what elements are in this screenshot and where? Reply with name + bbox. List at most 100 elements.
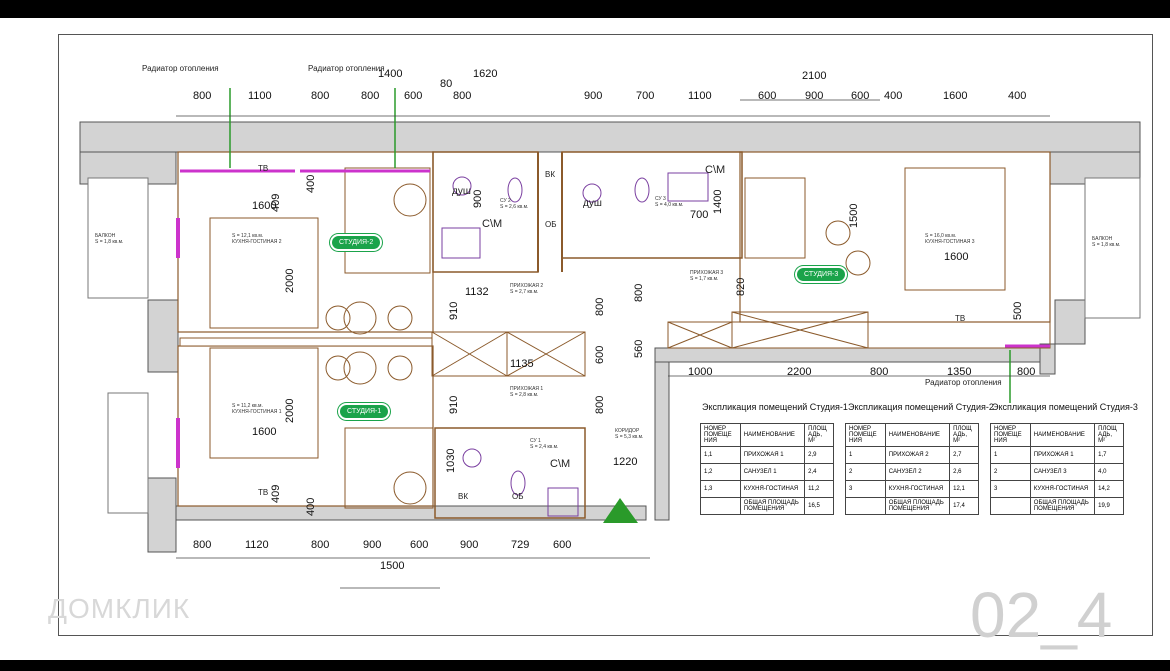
balcony-left-label: БАЛКОН S = 1,8 кв.м. [95,233,124,245]
dim-inner: 2200 [787,366,812,378]
cell: 2,7 [949,446,979,464]
hall2-label: ПРИХОЖАЯ 2 S = 2,7 кв.м. [510,283,544,295]
dim-inner: 800 [870,366,889,378]
dim-top: 900 [805,90,824,102]
cell: 11,2 [804,480,834,498]
cell: 1,3 [700,480,741,498]
explication-title-2: Экспликация помещений Студия-2 [848,402,994,412]
kitchen-studio1 [344,427,434,509]
explication-table-1: НОМЕР ПОМЕЩЕ НИЯ НАИМЕНОВАНИЕ ПЛОЩ АДЬ, М²… [700,423,834,515]
domclick-watermark: ДОМКЛИК [48,593,191,624]
right-pier [1054,299,1086,345]
studio2-badge: СТУДИЯ-2 [330,234,383,251]
header-cell: ПЛОЩ АДЬ, М² [949,423,979,447]
dim-bottom: 729 [511,539,530,551]
header-cell: ПЛОЩ АДЬ, М² [1094,423,1124,447]
wardrobe-corridor [667,321,1051,349]
header-cell: НОМЕР ПОМЕЩЕ НИЯ [990,423,1031,447]
corridor-wall [654,347,1056,363]
dim-top: 900 [584,90,603,102]
cm-label-su3: С\М [705,164,726,176]
cell: КУХНЯ-ГОСТИНАЯ [1029,480,1096,498]
kitchen-studio3 [744,177,806,259]
vk-label-su2: ВК [545,170,555,179]
dim-bottom: 800 [311,539,330,551]
dim-bottom: 1500 [380,560,405,572]
bed-studio3 [904,167,1006,291]
dim-inner: 600 [594,345,606,364]
dim-bottom: 1120 [245,539,269,551]
dim-inner: 800 [633,283,645,302]
studio2-room-label: S = 12,1 кв.м. КУХНЯ-ГОСТИНАЯ 2 [232,233,282,245]
cell: САНУЗЕЛ 1 [739,463,806,481]
dim-inner: 2000 [284,268,296,293]
su2-label: СУ 2 S = 2,6 кв.м. [500,198,529,210]
floor-plan [79,88,1141,589]
dim-top: 800 [193,90,212,102]
radiator-label-top-left: Радиатор отопления [142,64,219,73]
dim-inner: 409 [270,484,282,503]
header-cell: НАИМЕНОВАНИЕ [1029,423,1096,447]
dim-inner: 400 [305,497,317,516]
explication-title-1: Экспликация помещений Студия-1 [702,402,848,412]
dim-inner: 1600 [944,251,969,263]
shower-label-su2: душ [452,186,471,197]
dim-top: 80 [440,78,453,90]
dim-top: 1400 [378,68,403,80]
cell: 3 [990,480,1031,498]
dim-inner: 800 [594,297,606,316]
total-value: 17,4 [949,497,979,515]
dim-inner: 1135 [510,358,534,370]
cell: 2,6 [949,463,979,481]
balcony-left-bottom-outline [107,392,149,514]
cm-label-su1: С\М [550,458,571,470]
shower-label-su3: душ [583,198,602,209]
dim-inner: 560 [633,339,645,358]
dim-inner: 800 [594,395,606,414]
cm-label-su2: С\М [482,218,503,230]
cell: КУХНЯ-ГОСТИНАЯ [739,480,806,498]
cell: 2,9 [804,446,834,464]
su3-label: СУ 3 S = 4,0 кв.м. [655,196,684,208]
cell: 4,0 [1094,463,1124,481]
cell: САНУЗЕЛ 2 [884,463,951,481]
dim-bottom: 900 [363,539,382,551]
dim-top: 800 [361,90,380,102]
studio3-badge: СТУДИЯ-3 [795,266,848,283]
header-cell: ПЛОЩ АДЬ, М² [804,423,834,447]
radiator-label-bottom: Радиатор отопления [925,378,1002,387]
su1-label: СУ 1 S = 2,4 кв.м. [530,438,559,450]
dim-inner: 1030 [445,448,457,473]
dim-top: 600 [758,90,777,102]
cell: 14,2 [1094,480,1124,498]
dim-inner: 910 [448,301,460,320]
table-studio1 [343,351,377,385]
dim-inner: 1400 [712,189,724,214]
header-cell: НАИМЕНОВАНИЕ [739,423,806,447]
total-value: 19,9 [1094,497,1124,515]
dim-bottom: 600 [553,539,572,551]
cell: 12,1 [949,480,979,498]
table-studio3 [825,220,851,246]
dim-inner: 500 [1012,301,1024,320]
corridor-side-wall [654,361,670,521]
tv-label-studio3: ТВ [955,314,966,323]
dim-top: 1600 [943,90,968,102]
cell: ПРИХОЖАЯ 1 [739,446,806,464]
header-cell: НОМЕР ПОМЕЩЕ НИЯ [845,423,886,447]
studio1-room-label: S = 11,2 кв.м. КУХНЯ-ГОСТИНАЯ 1 [232,403,282,415]
cell: САНУЗЕЛ 3 [1029,463,1096,481]
dim-bottom: 800 [193,539,212,551]
dim-inner: 900 [472,189,484,208]
page-number: 02_4 [970,579,1113,651]
dim-inner: 800 [1017,366,1036,378]
balcony-right-outline [1084,177,1141,319]
dim-inner: 1600 [252,426,277,438]
balcony-right-label: БАЛКОН S = 1,8 кв.м. [1092,236,1121,248]
cell: КУХНЯ-ГОСТИНАЯ [884,480,951,498]
cell: 2,4 [804,463,834,481]
studio1-badge: СТУДИЯ-1 [338,403,391,420]
dim-inner: 2000 [284,398,296,423]
cell: 1,2 [700,463,741,481]
total-value: 16,5 [804,497,834,515]
